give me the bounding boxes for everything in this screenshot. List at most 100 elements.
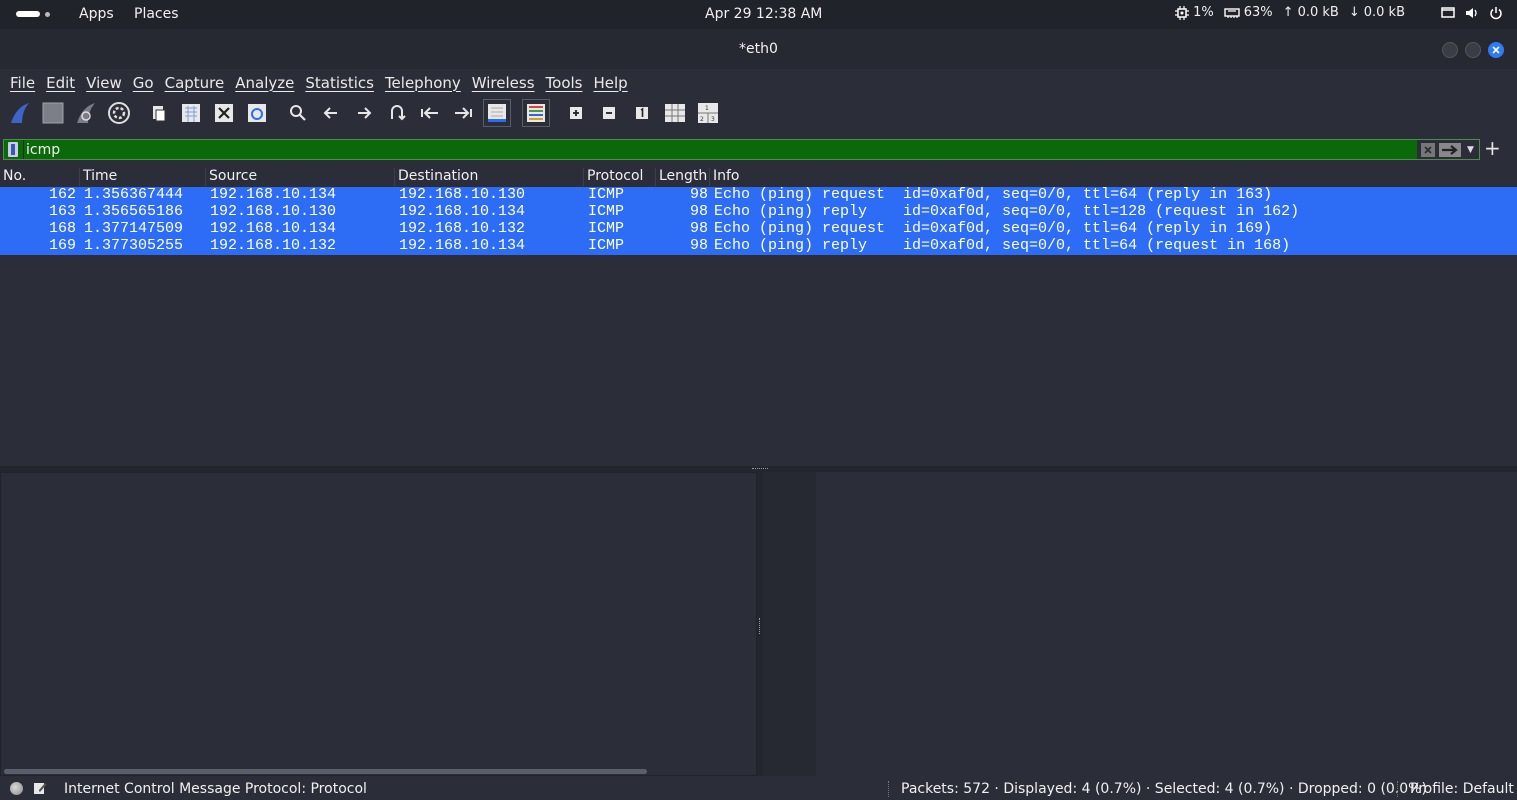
colorize-icon[interactable] bbox=[522, 99, 550, 127]
open-file-icon[interactable] bbox=[145, 100, 171, 126]
cell-length: 98 bbox=[689, 186, 708, 203]
system-top-bar: Apps Places Apr 29 12:38 AM 1% 63% ↑ 0.0… bbox=[0, 0, 1517, 29]
cell-time: 1.356367444 bbox=[84, 186, 184, 203]
go-back-icon[interactable] bbox=[318, 100, 344, 126]
cell-info: Echo (ping) request id=0xaf0d, seq=0/0, … bbox=[714, 220, 1273, 237]
go-forward-icon[interactable] bbox=[351, 100, 377, 126]
close-file-icon[interactable] bbox=[211, 100, 237, 126]
cpu-indicator[interactable]: 1% bbox=[1175, 5, 1214, 20]
cell-protocol: ICMP bbox=[588, 220, 625, 237]
places-menu[interactable]: Places bbox=[134, 6, 179, 22]
first-packet-icon[interactable] bbox=[417, 100, 443, 126]
download-indicator[interactable]: ↓ 0.0 kB bbox=[1349, 5, 1405, 20]
status-bar: Internet Control Message Protocol: Proto… bbox=[0, 778, 1517, 800]
cell-source: 192.168.10.130 bbox=[210, 203, 337, 220]
cell-destination: 192.168.10.134 bbox=[399, 237, 526, 254]
details-horizontal-scrollbar[interactable] bbox=[4, 769, 647, 774]
upload-indicator[interactable]: ↑ 0.0 kB bbox=[1283, 5, 1339, 20]
save-file-icon[interactable] bbox=[178, 100, 204, 126]
expert-info-icon[interactable] bbox=[10, 782, 23, 795]
column-header-protocol[interactable]: Protocol bbox=[584, 168, 656, 186]
cell-time: 1.377147509 bbox=[84, 220, 184, 237]
memory-indicator[interactable]: 63% bbox=[1224, 5, 1273, 20]
column-header-length[interactable]: Length bbox=[656, 168, 710, 186]
menu-statistics[interactable]: Statistics bbox=[301, 74, 378, 92]
cell-destination: 192.168.10.134 bbox=[399, 203, 526, 220]
column-header-destination[interactable]: Destination bbox=[395, 168, 584, 186]
resize-columns-icon[interactable] bbox=[662, 100, 688, 126]
packet-row[interactable]: 169 1.377305255 192.168.10.132 192.168.1… bbox=[0, 237, 1517, 255]
workspace-indicator-active[interactable] bbox=[16, 11, 40, 17]
stop-capture-icon[interactable] bbox=[40, 100, 66, 126]
capture-options-icon[interactable] bbox=[106, 100, 132, 126]
main-toolbar: 123 bbox=[0, 97, 1517, 132]
menu-telephony[interactable]: Telephony bbox=[381, 74, 465, 92]
packet-row[interactable]: 162 1.356367444 192.168.10.134 192.168.1… bbox=[0, 186, 1517, 204]
packet-statistics: Packets: 572 · Displayed: 4 (0.7%) · Sel… bbox=[901, 781, 1427, 797]
menu-bar: File Edit View Go Capture Analyze Statis… bbox=[0, 69, 1517, 96]
volume-icon[interactable] bbox=[1465, 6, 1479, 20]
cell-length: 98 bbox=[689, 203, 708, 220]
cell-no: 169 bbox=[48, 237, 76, 254]
menu-view[interactable]: View bbox=[82, 74, 126, 92]
menu-help[interactable]: Help bbox=[589, 74, 631, 92]
packet-bytes-pane[interactable] bbox=[816, 472, 1517, 776]
packet-row[interactable]: 163 1.356565186 192.168.10.130 192.168.1… bbox=[0, 203, 1517, 221]
packet-row[interactable]: 168 1.377147509 192.168.10.134 192.168.1… bbox=[0, 220, 1517, 238]
add-filter-button[interactable]: + bbox=[1484, 138, 1501, 158]
find-packet-icon[interactable] bbox=[285, 100, 311, 126]
download-value: 0.0 kB bbox=[1363, 5, 1405, 20]
download-arrow-icon: ↓ bbox=[1348, 5, 1360, 20]
clear-filter-icon[interactable] bbox=[1421, 142, 1435, 157]
cell-no: 163 bbox=[48, 203, 76, 220]
column-header-source[interactable]: Source bbox=[206, 168, 395, 186]
menu-edit[interactable]: Edit bbox=[42, 74, 79, 92]
packet-details-pane[interactable] bbox=[0, 472, 757, 776]
menu-wireless[interactable]: Wireless bbox=[468, 74, 539, 92]
zoom-in-icon[interactable] bbox=[563, 100, 589, 126]
split-layout-icon[interactable]: 123 bbox=[695, 100, 721, 126]
apply-filter-icon[interactable] bbox=[1439, 142, 1461, 157]
menu-capture[interactable]: Capture bbox=[161, 74, 229, 92]
cpu-value: 1% bbox=[1193, 5, 1214, 20]
maximize-button[interactable] bbox=[1465, 42, 1481, 58]
last-packet-icon[interactable] bbox=[450, 100, 476, 126]
profile-selector[interactable]: Profile: Default bbox=[1410, 781, 1514, 797]
menu-analyze[interactable]: Analyze bbox=[231, 74, 298, 92]
power-icon[interactable] bbox=[1489, 6, 1503, 20]
cell-no: 168 bbox=[48, 220, 76, 237]
restart-capture-icon[interactable] bbox=[73, 100, 99, 126]
normal-size-icon[interactable] bbox=[629, 100, 655, 126]
menu-tools[interactable]: Tools bbox=[542, 74, 587, 92]
window-title-bar[interactable]: *eth0 bbox=[0, 29, 1517, 69]
zoom-out-icon[interactable] bbox=[596, 100, 622, 126]
menu-file[interactable]: File bbox=[6, 74, 39, 92]
status-message: Internet Control Message Protocol: Proto… bbox=[64, 781, 367, 797]
column-header-no[interactable]: No. bbox=[0, 168, 80, 186]
minimize-button[interactable] bbox=[1442, 42, 1458, 58]
reload-file-icon[interactable] bbox=[244, 100, 270, 126]
display-filter-input[interactable] bbox=[26, 140, 1416, 159]
start-capture-icon[interactable] bbox=[7, 100, 33, 126]
edit-comment-icon[interactable] bbox=[33, 781, 47, 799]
close-button[interactable] bbox=[1488, 42, 1504, 58]
cell-length: 98 bbox=[689, 237, 708, 254]
svg-text:1: 1 bbox=[705, 105, 709, 112]
column-header-info[interactable]: Info bbox=[710, 168, 1517, 186]
workspace-indicator-inactive[interactable] bbox=[45, 12, 50, 17]
autoscroll-icon[interactable] bbox=[483, 99, 511, 127]
window-title: *eth0 bbox=[739, 41, 778, 57]
packet-list: No. Time Source Destination Protocol Len… bbox=[0, 167, 1517, 466]
go-to-packet-icon[interactable] bbox=[384, 100, 410, 126]
screen-icon[interactable] bbox=[1441, 6, 1455, 19]
clock[interactable]: Apr 29 12:38 AM bbox=[705, 6, 822, 22]
memory-value: 63% bbox=[1243, 5, 1273, 20]
column-header-time[interactable]: Time bbox=[80, 168, 206, 186]
display-filter-bar: ▼ bbox=[3, 139, 1480, 160]
cell-no: 162 bbox=[48, 186, 76, 203]
filter-history-dropdown-icon[interactable]: ▼ bbox=[1467, 145, 1474, 155]
bookmark-icon[interactable] bbox=[8, 142, 18, 157]
apps-menu[interactable]: Apps bbox=[79, 6, 114, 22]
cell-info: Echo (ping) reply id=0xaf0d, seq=0/0, tt… bbox=[714, 237, 1291, 254]
menu-go[interactable]: Go bbox=[129, 74, 158, 92]
